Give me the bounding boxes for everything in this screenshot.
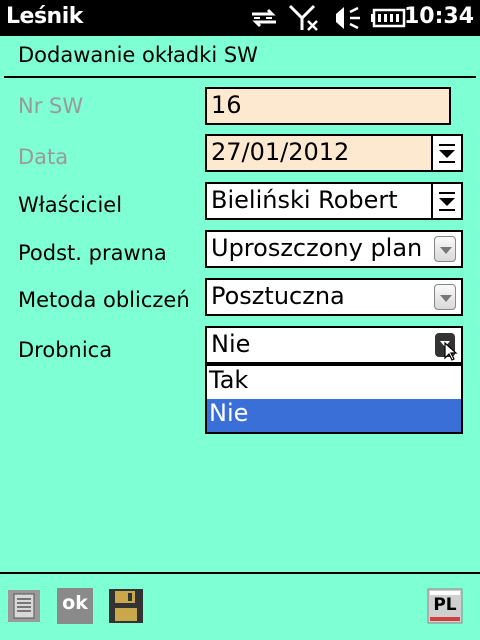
podst-prawna-field[interactable]: Uproszczony plan u [205,230,463,268]
data-label: Data [18,145,69,169]
dropdown-arrow-icon [435,333,458,361]
status-bar: Leśnik 10:34 [0,0,480,36]
save-icon [109,589,143,623]
dropdown-arrow-icon [440,247,452,254]
dropdown-arrow-icon [439,192,455,211]
data-value: 27/01/2012 [211,138,350,166]
wlasciciel-value: Bieliński Robert [211,186,398,214]
drobnica-dropdown-button[interactable] [431,328,461,362]
data-field[interactable]: 27/01/2012 [205,134,463,172]
nr-sw-label: Nr SW [18,94,84,118]
drobnica-option-tak[interactable]: Tak [207,366,461,399]
drobnica-value: Nie [211,330,251,358]
no-signal-icon [288,4,318,31]
wlasciciel-label: Właściciel [18,193,123,217]
podst-prawna-dropdown-button[interactable] [431,232,461,266]
drobnica-field[interactable]: Nie [205,326,463,364]
app-name: Leśnik [6,4,83,29]
wlasciciel-field[interactable]: Bieliński Robert [205,182,463,220]
wlasciciel-dropdown-button[interactable] [431,184,461,218]
toolbar-divider [0,572,480,574]
drobnica-label: Drobnica [18,338,113,362]
metoda-obliczen-value: Posztuczna [211,282,345,310]
list-button[interactable] [6,588,42,624]
page-title: Dodawanie okładki SW [18,43,258,67]
nr-sw-value: 16 [211,91,242,119]
battery-icon [371,8,406,28]
metoda-obliczen-field[interactable]: Posztuczna [205,278,463,316]
language-label: PL [433,595,457,615]
metoda-obliczen-dropdown-button[interactable] [431,280,461,314]
title-divider [4,76,476,78]
ok-label: ok [62,592,88,614]
nr-sw-field[interactable]: 16 [205,87,451,125]
drobnica-option-nie[interactable]: Nie [207,399,461,432]
drobnica-options-list: Tak Nie [205,364,463,434]
sync-icon [252,8,276,28]
dropdown-arrow-icon [440,295,452,302]
data-dropdown-button[interactable] [431,136,461,170]
volume-muted-icon [336,6,360,30]
list-icon [8,590,40,622]
language-button[interactable]: PL [427,588,463,624]
save-button[interactable] [108,588,144,624]
dropdown-arrow-icon [439,144,455,163]
clock[interactable]: 10:34 [404,4,474,29]
podst-prawna-value: Uproszczony plan u [211,234,446,262]
ok-button[interactable]: ok [57,588,93,624]
podst-prawna-label: Podst. prawna [18,241,167,265]
metoda-obliczen-label: Metoda obliczeń [18,288,190,312]
